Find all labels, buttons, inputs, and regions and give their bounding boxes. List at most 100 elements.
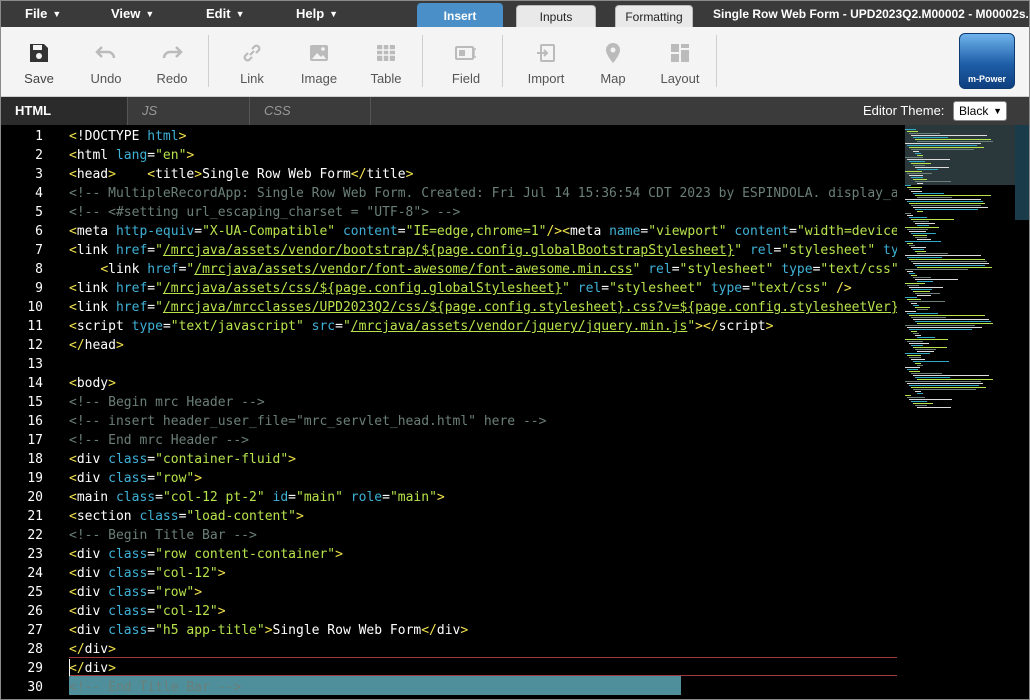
code-token: "main" — [296, 490, 343, 505]
tab-formatting[interactable]: Formatting — [615, 5, 693, 27]
line-number: 2 — [35, 148, 43, 163]
code-token: ></ — [695, 319, 719, 334]
code-editor[interactable]: 1 2 3 4 5 6 7 8 9 10 11 12 13 14 15 16 17 18 19 20 21 22 23 24 2… — [1, 125, 1029, 699]
code-token: > — [288, 452, 296, 467]
code-token: type — [710, 281, 743, 296]
minimap-line — [913, 361, 949, 362]
code-area[interactable]: <!DOCTYPE html> <html lang="en"> <head> <t… — [51, 125, 897, 699]
chevron-down-icon: ▼ — [235, 9, 245, 19]
tab-insert[interactable]: Insert — [417, 3, 503, 27]
code-token: /mrcjava/assets/vendor/bootstrap/${page.… — [162, 243, 735, 258]
toolbar-separator — [716, 35, 717, 87]
layout-button[interactable]: Layout — [650, 27, 710, 97]
code-token: div — [436, 623, 461, 638]
image-button[interactable]: Image — [289, 27, 349, 97]
menu-view[interactable]: View ▼ — [111, 1, 154, 27]
vertical-scrollbar[interactable] — [1015, 125, 1029, 699]
minimap-line — [911, 303, 917, 304]
line-number: 1 — [35, 129, 43, 144]
minimap-line — [905, 213, 911, 214]
code-line: <div class="row"> — [69, 469, 202, 488]
minimap-line — [917, 295, 931, 296]
menu-help[interactable]: Help ▼ — [296, 1, 338, 27]
redo-button[interactable]: Redo — [142, 27, 202, 97]
minimap-line — [913, 347, 947, 348]
code-token: title — [155, 167, 195, 182]
minimap-line — [917, 141, 993, 142]
undo-button[interactable]: Undo — [76, 27, 136, 97]
code-token: " — [562, 281, 570, 296]
code-token: rel — [648, 262, 672, 277]
code-line: <meta http-equiv="X-UA-Compatible" conte… — [69, 222, 897, 241]
minimap-line — [913, 291, 930, 292]
code-line: </div> — [69, 659, 116, 678]
code-line: <div class="h5 app-title">Single Row Web… — [69, 621, 468, 640]
editor-theme-select[interactable]: Black ▼ — [953, 101, 1007, 121]
import-button[interactable]: Import — [516, 27, 576, 97]
code-token: > — [115, 338, 124, 353]
mpower-logo-button[interactable]: m-Power — [959, 33, 1015, 89]
code-token: head — [84, 338, 116, 353]
code-token: < — [100, 262, 109, 277]
link-button[interactable]: Link — [222, 27, 282, 97]
menu-file[interactable]: File ▼ — [25, 1, 61, 27]
minimap-line — [915, 321, 991, 322]
tab-inputs[interactable]: Inputs — [516, 5, 596, 27]
tab-html[interactable]: HTML — [1, 97, 127, 125]
minimap-line — [911, 261, 987, 262]
line-number: 6 — [35, 224, 43, 239]
code-token: <!-- MultipleRecordApp: Single Row Web F… — [69, 186, 897, 201]
minimap-line — [911, 135, 987, 136]
field-button[interactable]: Field — [436, 27, 496, 97]
minimap-line — [909, 133, 940, 134]
code-token: "row content-container" — [155, 547, 336, 562]
code-token: html — [147, 129, 179, 144]
minimap-line — [909, 147, 984, 148]
map-button[interactable]: Map — [583, 27, 643, 97]
chevron-down-icon: ▼ — [993, 106, 1002, 116]
code-line: <link href="/mrcjava/assets/vendor/font-… — [69, 260, 897, 279]
code-minimap[interactable] — [905, 125, 1015, 699]
code-token: = — [382, 490, 390, 505]
code-token: " — [342, 319, 351, 334]
code-token: class — [108, 585, 148, 600]
menu-edit[interactable]: Edit ▼ — [206, 1, 244, 27]
minimap-line — [905, 339, 948, 340]
code-token: < — [69, 547, 77, 562]
minimap-line — [909, 161, 926, 162]
code-line: <!-- MultipleRecordApp: Single Row Web F… — [69, 184, 897, 203]
minimap-line — [907, 187, 923, 188]
code-token: < — [69, 376, 77, 391]
code-token: <!-- Begin Title Bar --> — [69, 528, 257, 543]
code-line: <!-- End Title Bar --> — [69, 678, 241, 697]
minimap-line — [909, 357, 921, 358]
minimap-line — [913, 249, 924, 250]
code-token: http-equiv — [115, 224, 195, 239]
code-line: <link href="/mrcjava/assets/css/${page.c… — [69, 279, 852, 298]
code-token: /mrcjava/assets/vendor/font-awesome/font… — [194, 262, 633, 277]
map-label: Map — [600, 71, 626, 86]
code-token: "stylesheet" — [781, 243, 876, 258]
minimap-line — [907, 299, 921, 300]
tab-css[interactable]: CSS — [249, 97, 371, 125]
code-token: "col-12" — [155, 566, 218, 581]
scrollbar-thumb[interactable] — [1015, 125, 1029, 220]
save-button[interactable]: Save — [9, 27, 69, 97]
document-title: Single Row Web Form - UPD2023Q2.M00002 -… — [713, 7, 1030, 21]
tab-js[interactable]: JS — [127, 97, 249, 125]
minimap-line — [907, 369, 918, 370]
line-number: 3 — [35, 167, 43, 182]
minimap-line — [911, 163, 932, 164]
code-token: </ — [69, 338, 85, 353]
table-button[interactable]: Table — [356, 27, 416, 97]
code-token: "h5 app-title" — [155, 623, 265, 638]
code-token: < — [69, 509, 77, 524]
code-line: <!-- Begin mrc Header --> — [69, 393, 265, 412]
import-label: Import — [527, 71, 565, 86]
code-token: < — [69, 566, 77, 581]
code-token: > — [194, 167, 203, 182]
minimap-line — [905, 227, 939, 228]
line-number: 10 — [27, 300, 43, 315]
code-token: > — [264, 623, 273, 638]
